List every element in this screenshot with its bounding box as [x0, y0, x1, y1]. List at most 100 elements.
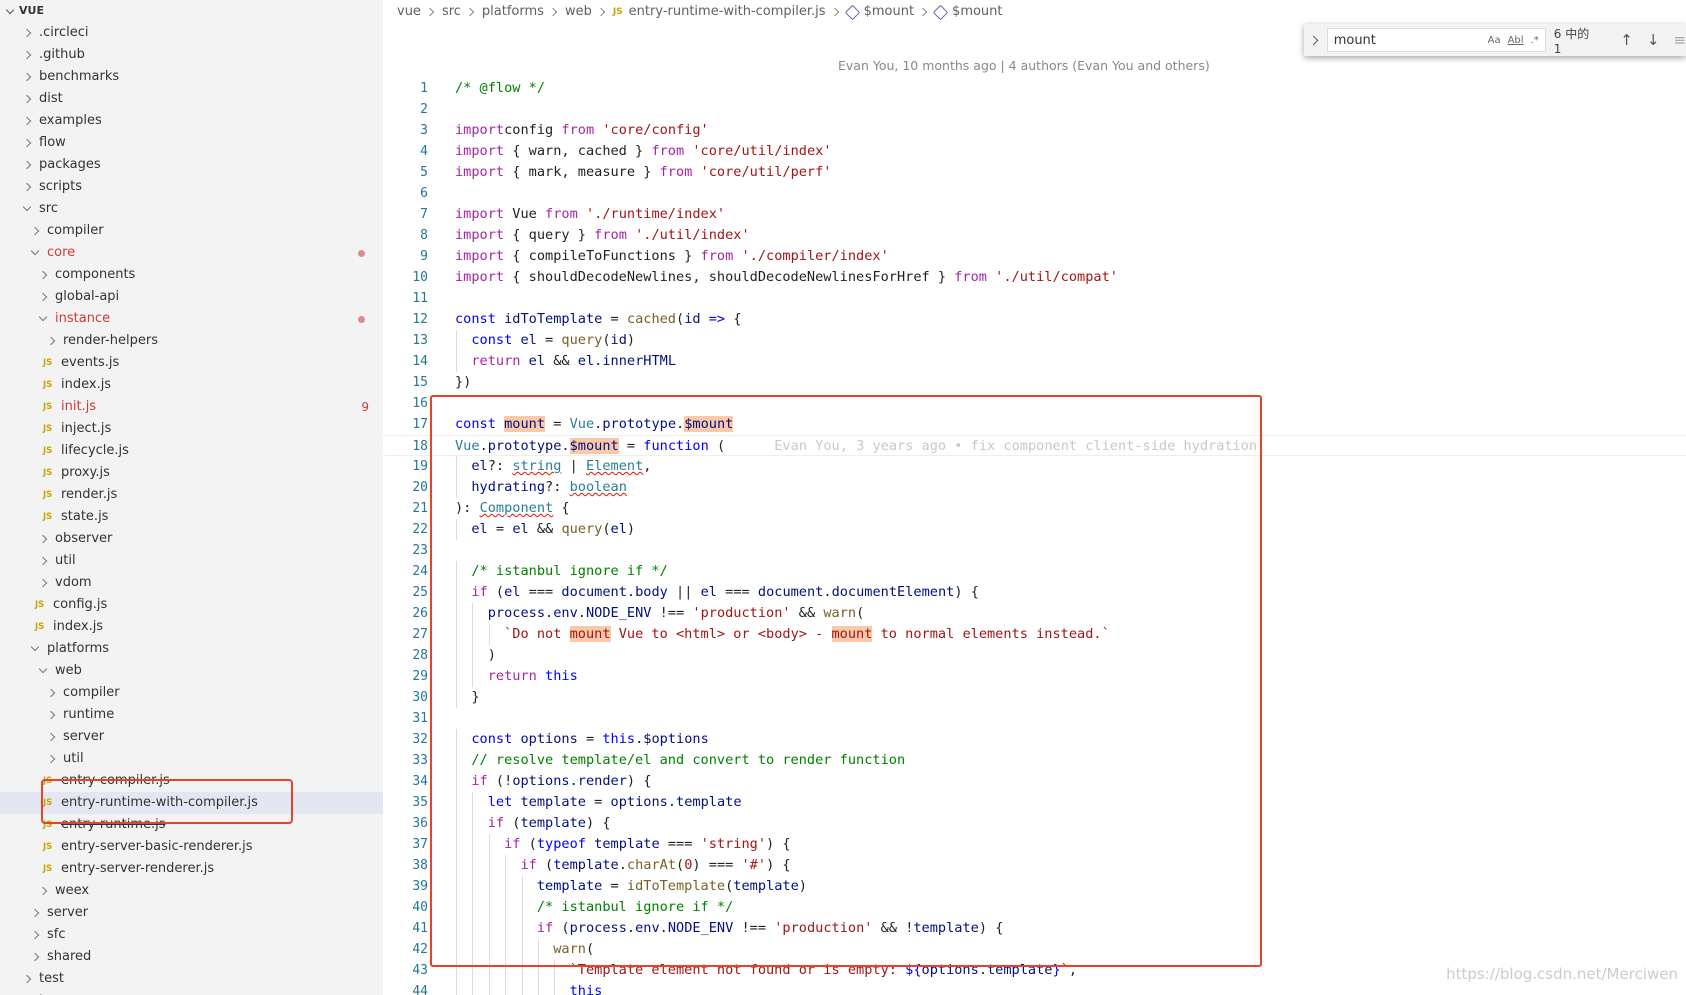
file-item[interactable]: JS entry-runtime-with-compiler.js	[0, 792, 383, 814]
code-line[interactable]: 37 if (typeof template === 'string') {	[383, 834, 1686, 855]
folder-item[interactable]: instance	[0, 308, 383, 330]
folder-item[interactable]: src	[0, 198, 383, 220]
code-line[interactable]: 19 el?: string | Element,	[383, 456, 1686, 477]
code-line[interactable]: 44 this	[383, 981, 1686, 995]
arrow-up-icon[interactable]: ↑	[1620, 31, 1633, 49]
code-line[interactable]: 20 hydrating?: boolean	[383, 477, 1686, 498]
code-line[interactable]: 25 if (el === document.body || el === do…	[383, 582, 1686, 603]
toggle-replace-icon[interactable]	[1308, 35, 1319, 45]
folder-item[interactable]: dist	[0, 88, 383, 110]
folder-item[interactable]: shared	[0, 946, 383, 968]
regex-icon[interactable]: .*	[1531, 35, 1539, 46]
folder-item[interactable]: compiler	[0, 682, 383, 704]
code-line[interactable]: 34 if (!options.render) {	[383, 771, 1686, 792]
code-editor[interactable]: 1/* @flow */2 3 importconfig from 'core/co…	[383, 78, 1686, 995]
code-line[interactable]: 13 const el = query(id)	[383, 330, 1686, 351]
code-line[interactable]: 11	[383, 288, 1686, 309]
folder-item[interactable]: web	[0, 660, 383, 682]
folder-item[interactable]: server	[0, 902, 383, 924]
file-item[interactable]: JS state.js	[0, 506, 383, 528]
code-line[interactable]: 26 process.env.NODE_ENV !== 'production'…	[383, 603, 1686, 624]
code-line[interactable]: 15})	[383, 372, 1686, 393]
match-case-icon[interactable]: Aa	[1488, 35, 1501, 46]
code-line[interactable]: 32 const options = this.$options	[383, 729, 1686, 750]
code-line[interactable]: 41 if (process.env.NODE_ENV !== 'product…	[383, 918, 1686, 939]
file-item[interactable]: JS entry-runtime.js	[0, 814, 383, 836]
file-item[interactable]: JS entry-server-basic-renderer.js	[0, 836, 383, 858]
file-item[interactable]: JS events.js	[0, 352, 383, 374]
whole-word-icon[interactable]: Abl	[1508, 35, 1524, 46]
folder-item[interactable]: components	[0, 264, 383, 286]
code-line[interactable]: 36 if (template) {	[383, 813, 1686, 834]
folder-item[interactable]: runtime	[0, 704, 383, 726]
code-line[interactable]: 8 import { query } from './util/index'	[383, 225, 1686, 246]
folder-item[interactable]: .github	[0, 44, 383, 66]
file-item[interactable]: JS init.js 9	[0, 396, 383, 418]
folder-item[interactable]: vdom	[0, 572, 383, 594]
code-line[interactable]: 9 import { compileToFunctions } from './c…	[383, 246, 1686, 267]
code-line[interactable]: 42 warn(	[383, 939, 1686, 960]
breadcrumb-item[interactable]: entry-runtime-with-compiler.js	[629, 0, 826, 24]
breadcrumb-item[interactable]: vue	[397, 0, 421, 24]
file-item[interactable]: JS lifecycle.js	[0, 440, 383, 462]
code-line[interactable]: 14 return el && el.innerHTML	[383, 351, 1686, 372]
folder-item[interactable]: observer	[0, 528, 383, 550]
codelens-blame[interactable]: Evan You, 10 months ago | 4 authors (Eva…	[838, 58, 1210, 73]
file-item[interactable]: JS proxy.js	[0, 462, 383, 484]
breadcrumb-item[interactable]: src	[442, 0, 461, 24]
code-line[interactable]: 40 /* istanbul ignore if */	[383, 897, 1686, 918]
find-input[interactable]: mount Aa Abl .*	[1326, 28, 1546, 52]
breadcrumb-item[interactable]: $mount	[952, 0, 1002, 24]
folder-item[interactable]: sfc	[0, 924, 383, 946]
folder-item[interactable]: examples	[0, 110, 383, 132]
code-line[interactable]: 1 /* @flow */	[383, 78, 1686, 99]
file-item[interactable]: JS entry-server-renderer.js	[0, 858, 383, 880]
breadcrumb-item[interactable]: web	[565, 0, 592, 24]
code-line[interactable]: 7 import Vue from './runtime/index'	[383, 204, 1686, 225]
breadcrumb-item[interactable]: platforms	[482, 0, 544, 24]
code-line[interactable]: 4 import { warn, cached } from 'core/util…	[383, 141, 1686, 162]
code-line[interactable]: 23	[383, 540, 1686, 561]
code-line[interactable]: 38 if (template.charAt(0) === '#') {	[383, 855, 1686, 876]
folder-item[interactable]: platforms	[0, 638, 383, 660]
code-line[interactable]: 31	[383, 708, 1686, 729]
folder-item[interactable]: compiler	[0, 220, 383, 242]
folder-item[interactable]: render-helpers	[0, 330, 383, 352]
code-line[interactable]: 29 return this	[383, 666, 1686, 687]
folder-item[interactable]: types	[0, 990, 383, 995]
code-line[interactable]: 28 )	[383, 645, 1686, 666]
code-line[interactable]: 35 let template = options.template	[383, 792, 1686, 813]
code-line[interactable]: 33 // resolve template/el and convert to…	[383, 750, 1686, 771]
folder-item[interactable]: scripts	[0, 176, 383, 198]
code-line[interactable]: 21): Component {	[383, 498, 1686, 519]
file-item[interactable]: JS entry-compiler.js	[0, 770, 383, 792]
code-line[interactable]: 10 import { shouldDecodeNewlines, shouldD…	[383, 267, 1686, 288]
menu-icon[interactable]: ≡	[1673, 31, 1686, 49]
code-line[interactable]: 22 el = el && query(el)	[383, 519, 1686, 540]
folder-item[interactable]: flow	[0, 132, 383, 154]
folder-item[interactable]: util	[0, 550, 383, 572]
code-line[interactable]: 12 const idToTemplate = cached(id => {	[383, 309, 1686, 330]
code-line[interactable]: 3 importconfig from 'core/config'	[383, 120, 1686, 141]
code-line[interactable]: 17 const mount = Vue.prototype.$mount	[383, 414, 1686, 435]
code-line[interactable]: 2	[383, 99, 1686, 120]
code-line[interactable]: 16	[383, 393, 1686, 414]
breadcrumb-item[interactable]: $mount	[864, 0, 914, 24]
code-line[interactable]: 27 `Do not mount Vue to <html> or <body>…	[383, 624, 1686, 645]
folder-item[interactable]: test	[0, 968, 383, 990]
folder-item[interactable]: server	[0, 726, 383, 748]
folder-item[interactable]: packages	[0, 154, 383, 176]
explorer-root-header[interactable]: VUE	[0, 0, 383, 22]
code-line[interactable]: 30 }	[383, 687, 1686, 708]
file-item[interactable]: JS index.js	[0, 616, 383, 638]
file-item[interactable]: JS index.js	[0, 374, 383, 396]
file-item[interactable]: JS inject.js	[0, 418, 383, 440]
code-line[interactable]: 18 Vue.prototype.$mount = function ( Evan…	[383, 435, 1686, 456]
folder-item[interactable]: util	[0, 748, 383, 770]
code-line[interactable]: 5 import { mark, measure } from 'core/uti…	[383, 162, 1686, 183]
file-item[interactable]: JS config.js	[0, 594, 383, 616]
folder-item[interactable]: global-api	[0, 286, 383, 308]
code-line[interactable]: 39 template = idToTemplate(template)	[383, 876, 1686, 897]
arrow-down-icon[interactable]: ↓	[1647, 31, 1660, 49]
folder-item[interactable]: weex	[0, 880, 383, 902]
